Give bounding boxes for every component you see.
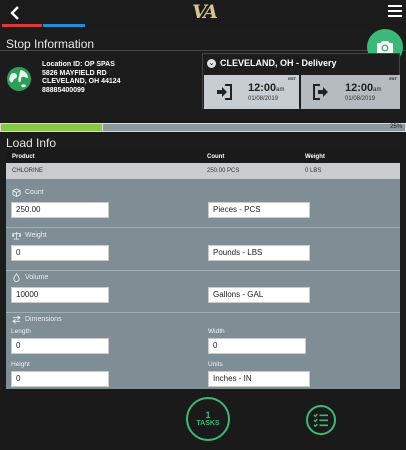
table-row[interactable]: CHLORINE 250.00 PCS 0 LBS bbox=[6, 163, 400, 179]
location-details: Location ID: OP SPAS 5826 MAYFIELD RD CL… bbox=[42, 61, 121, 95]
box-icon bbox=[12, 188, 21, 197]
width-label: Width bbox=[208, 328, 225, 335]
delivery-card: ⌄ CLEVELAND, OH - Delivery EST 12:00am 0… bbox=[202, 53, 400, 109]
length-input[interactable]: 0 bbox=[11, 338, 109, 354]
arrival-date: 01/08/2019 bbox=[248, 96, 279, 102]
load-info-title: Load Info bbox=[6, 136, 57, 150]
location-id: Location ID: OP SPAS bbox=[42, 61, 115, 68]
count-unit-select[interactable]: Pieces - PCS bbox=[208, 202, 310, 218]
divider bbox=[6, 312, 400, 313]
drop-icon bbox=[13, 273, 20, 282]
departure-time-box[interactable]: EST 12:00am 01/08/2019 bbox=[301, 75, 400, 109]
height-label: Height bbox=[11, 361, 30, 368]
app-logo: VA bbox=[191, 1, 218, 23]
stop-progress-bar: 25% bbox=[0, 123, 406, 132]
volume-input[interactable]: 10000 bbox=[11, 287, 109, 303]
arrival-timezone: EST bbox=[288, 76, 296, 81]
departure-time: 12:00am bbox=[345, 82, 382, 94]
progress-remaining bbox=[103, 124, 405, 131]
stop-info-title: Stop Information bbox=[6, 37, 95, 51]
tab-indicator-red bbox=[2, 24, 42, 27]
arrival-time: 12:00am bbox=[248, 82, 285, 94]
column-weight: Weight bbox=[305, 154, 325, 160]
chevron-left-icon bbox=[10, 6, 19, 20]
delivery-title: CLEVELAND, OH - Delivery bbox=[220, 58, 337, 68]
address-line-2: CLEVELAND, OH 44124 bbox=[42, 78, 121, 85]
checklist-button[interactable] bbox=[306, 405, 336, 435]
weight-input[interactable]: 0 bbox=[11, 245, 109, 261]
progress-fill bbox=[1, 124, 102, 131]
column-product: Product bbox=[12, 154, 35, 160]
volume-unit-select[interactable]: Gallons - GAL bbox=[208, 287, 310, 303]
divider bbox=[6, 227, 400, 228]
arrive-icon bbox=[217, 84, 232, 100]
scale-icon bbox=[12, 231, 21, 240]
column-count: Count bbox=[207, 154, 225, 160]
units-select[interactable]: Inches - IN bbox=[208, 371, 310, 387]
depart-icon bbox=[313, 84, 328, 100]
swap-arrows-icon bbox=[12, 315, 21, 324]
width-input[interactable]: 0 bbox=[208, 338, 306, 354]
progress-percent: 25% bbox=[389, 124, 402, 130]
length-label: Length bbox=[11, 328, 31, 335]
tasks-label: TASKS bbox=[196, 420, 220, 427]
departure-timezone: EST bbox=[389, 76, 397, 81]
back-button[interactable] bbox=[6, 3, 24, 23]
load-panel: Product Count Weight CHLORINE 250.00 PCS… bbox=[6, 151, 400, 389]
chevron-down-icon: ⌄ bbox=[207, 58, 216, 68]
checklist-icon bbox=[313, 413, 328, 427]
arrival-time-box[interactable]: EST 12:00am 01/08/2019 bbox=[204, 75, 299, 109]
tasks-count: 1 bbox=[205, 410, 211, 420]
dimensions-label: Dimensions bbox=[12, 315, 62, 324]
tasks-button[interactable]: 1 TASKS bbox=[186, 397, 230, 441]
delivery-header[interactable]: ⌄ CLEVELAND, OH - Delivery bbox=[207, 57, 337, 69]
load-table-header: Product Count Weight bbox=[6, 151, 400, 163]
address-line-1: 5826 MAYFIELD RD bbox=[42, 69, 107, 77]
hamburger-menu-icon[interactable] bbox=[388, 5, 402, 19]
divider bbox=[0, 50, 406, 51]
count-label: Count bbox=[12, 188, 44, 197]
phone-number[interactable]: 88885400099 bbox=[42, 87, 121, 96]
departure-date: 01/08/2019 bbox=[345, 96, 376, 102]
tab-indicator-blue bbox=[43, 24, 85, 27]
divider bbox=[6, 270, 400, 271]
camera-icon bbox=[377, 41, 393, 53]
height-input[interactable]: 0 bbox=[11, 371, 109, 387]
weight-label: Weight bbox=[12, 231, 47, 240]
globe-icon bbox=[7, 67, 31, 91]
weight-unit-select[interactable]: Pounds - LBS bbox=[208, 245, 310, 261]
cell-product: CHLORINE bbox=[12, 168, 44, 174]
volume-label: Volume bbox=[12, 273, 48, 282]
cell-count: 250.00 PCS bbox=[207, 168, 240, 174]
count-input[interactable]: 250.00 bbox=[11, 202, 109, 218]
cell-weight: 0 LBS bbox=[305, 168, 322, 174]
units-label: Units bbox=[208, 361, 223, 368]
